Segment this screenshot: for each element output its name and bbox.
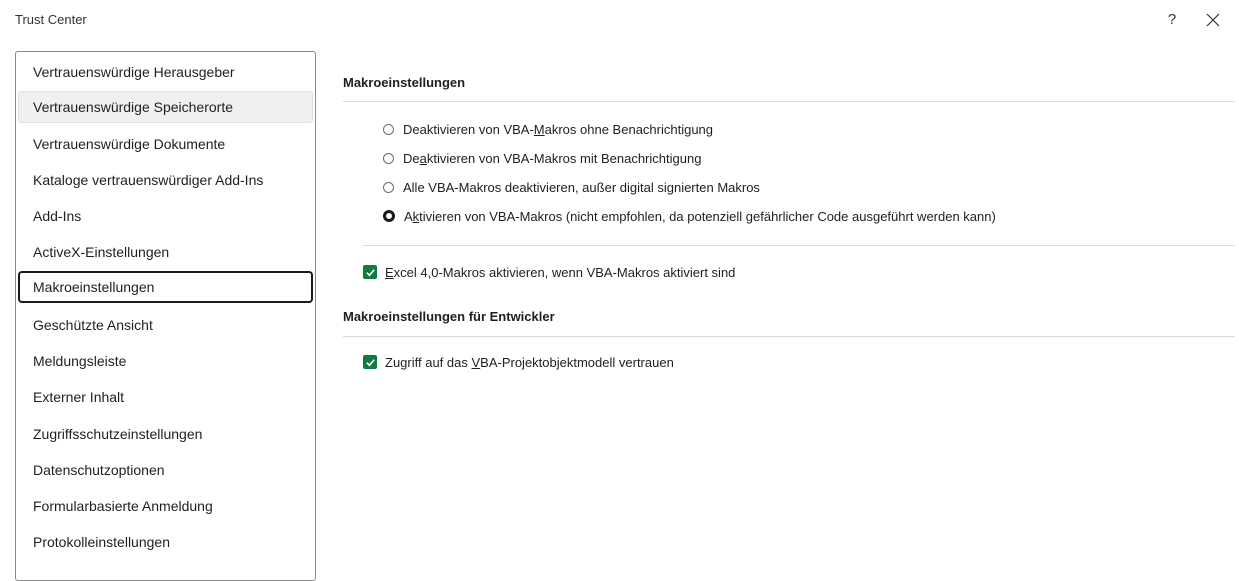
divider	[343, 101, 1235, 102]
checkbox-excel4-macros[interactable]: Excel 4,0-Makros aktivieren, wenn VBA-Ma…	[363, 261, 735, 283]
radio-disable-with-notification[interactable]: Deaktivieren von VBA-Makros mit Benachri…	[383, 147, 701, 169]
sidebar-item-logging[interactable]: Protokolleinstellungen	[18, 526, 313, 558]
sidebar-item-trusted-locations[interactable]: Vertrauenswürdige Speicherorte	[18, 91, 313, 123]
sidebar-item-trusted-documents[interactable]: Vertrauenswürdige Dokumente	[18, 128, 313, 160]
window-title: Trust Center	[15, 12, 87, 27]
radio-label: Aktivieren von VBA-Makros (nicht empfohl…	[404, 208, 996, 224]
radio-label: Deaktivieren von VBA-Makros ohne Benachr…	[403, 121, 714, 137]
radio-button[interactable]	[383, 123, 394, 135]
radio-label: Deaktivieren von VBA-Makros mit Benachri…	[403, 150, 702, 166]
radio-enable-all[interactable]: Aktivieren von VBA-Makros (nicht empfohl…	[383, 205, 996, 227]
radio-button[interactable]	[383, 181, 394, 193]
sidebar-item-message-bar[interactable]: Meldungsleiste	[18, 345, 313, 377]
sidebar-item-external-content[interactable]: Externer Inhalt	[18, 381, 313, 413]
checkmark-icon	[365, 358, 375, 366]
divider	[343, 336, 1235, 337]
sidebar-item-addins[interactable]: Add-Ins	[18, 200, 313, 232]
sidebar-item-trusted-publishers[interactable]: Vertrauenswürdige Herausgeber	[18, 56, 313, 88]
divider	[363, 245, 1235, 246]
radio-label: Alle VBA-Makros deaktivieren, außer digi…	[403, 179, 760, 195]
checkbox-checked[interactable]	[363, 265, 377, 279]
sidebar-item-form-signin[interactable]: Formularbasierte Anmeldung	[18, 490, 313, 522]
category-sidebar: Vertrauenswürdige Herausgeber Vertrauens…	[15, 51, 316, 581]
sidebar-item-macro-settings[interactable]: Makroeinstellungen	[18, 271, 313, 303]
radio-button[interactable]	[383, 152, 394, 164]
sidebar-item-activex[interactable]: ActiveX-Einstellungen	[18, 236, 313, 268]
radio-disable-except-signed[interactable]: Alle VBA-Makros deaktivieren, außer digi…	[383, 176, 760, 198]
macro-settings-heading: Makroeinstellungen	[343, 75, 466, 90]
sidebar-item-file-block[interactable]: Zugriffsschutzeinstellungen	[18, 418, 313, 450]
radio-button-selected[interactable]	[383, 210, 395, 222]
checkbox-checked[interactable]	[363, 355, 377, 369]
checkbox-label: Zugriff auf das VBA-Projektobjektmodell …	[385, 354, 674, 370]
developer-settings-heading: Makroeinstellungen für Entwickler	[343, 309, 555, 324]
sidebar-item-trusted-addin-catalogs[interactable]: Kataloge vertrauenswürdiger Add-Ins	[18, 164, 313, 196]
radio-disable-no-notification[interactable]: Deaktivieren von VBA-Makros ohne Benachr…	[383, 118, 713, 140]
checkbox-label: Excel 4,0-Makros aktivieren, wenn VBA-Ma…	[385, 264, 736, 280]
sidebar-item-privacy[interactable]: Datenschutzoptionen	[18, 454, 313, 486]
checkmark-icon	[365, 268, 375, 276]
checkbox-trust-vba-object-model[interactable]: Zugriff auf das VBA-Projektobjektmodell …	[363, 351, 674, 373]
sidebar-item-protected-view[interactable]: Geschützte Ansicht	[18, 309, 313, 341]
settings-panel: Makroeinstellungen Deaktivieren von VBA-…	[343, 0, 1235, 567]
